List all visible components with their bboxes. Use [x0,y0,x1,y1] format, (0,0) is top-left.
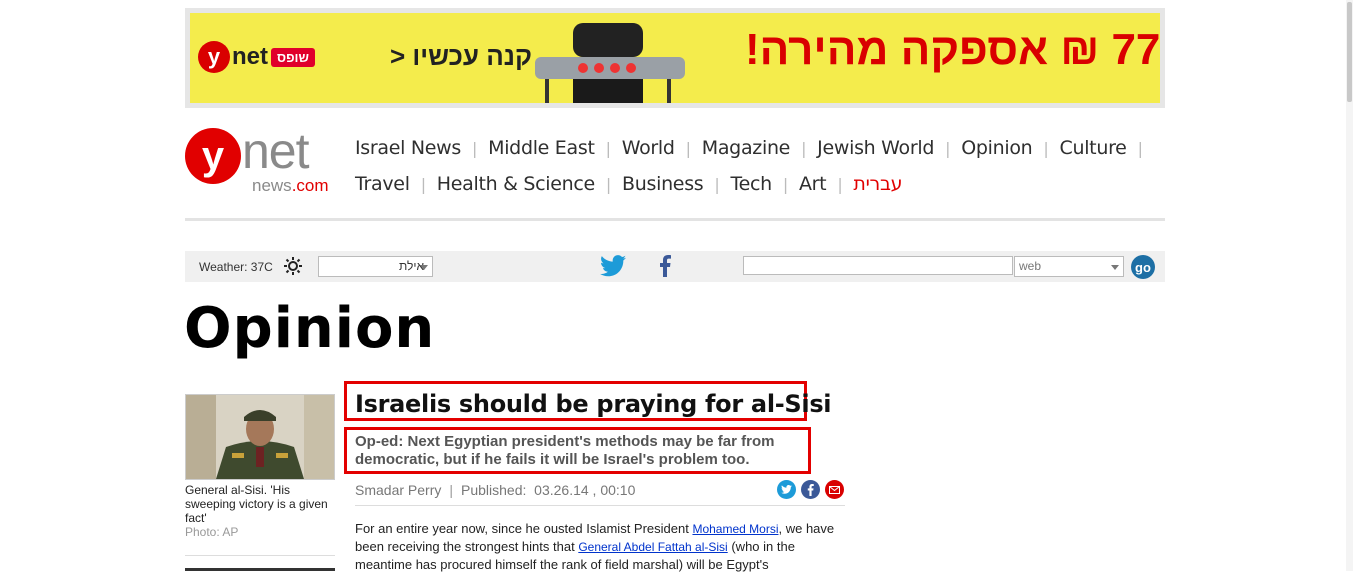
article-headline: Israelis should be praying for al-Sisi [355,390,832,418]
nav-separator: | [782,174,788,194]
facebook-icon[interactable] [657,255,673,277]
sisi-link[interactable]: General Abdel Fattah al-Sisi [578,540,727,554]
share-email-button[interactable] [825,480,844,499]
page-title: Opinion [184,296,436,361]
ad-buy-now-link[interactable]: קנה עכשיו < [390,41,532,72]
ad-price-text: ב- 777 ₪ אספקה מהירה! [745,25,1160,74]
nav-middle-east[interactable]: Middle East [488,137,595,159]
nav-separator: | [945,138,951,158]
utility-toolbar: Weather: 37C אילת web go [185,251,1165,282]
sun-icon [284,257,302,275]
body-text-1: For an entire year now, since he ousted … [355,521,693,536]
byline-divider [355,505,845,506]
morsi-link[interactable]: Mohamed Morsi [692,522,778,536]
headline-highlight-box: Israelis should be praying for al-Sisi [344,381,832,421]
article-subheadline: Op-ed: Next Egyptian president's methods… [355,433,775,468]
main-nav-row-1: Israel News | Middle East | World | Magazin… [355,137,1154,159]
subhead-highlight-box: Op-ed: Next Egyptian president's methods… [344,427,811,474]
logo-news: news [252,176,292,195]
nav-world[interactable]: World [622,137,675,159]
page-scrollbar[interactable] [1346,0,1353,571]
published-label: Published: [461,482,527,498]
header-divider [185,218,1165,221]
logo-dotcom: .com [291,176,329,195]
nav-separator: | [1043,138,1049,158]
nav-separator: | [472,138,478,158]
nav-separator: | [1137,138,1143,158]
nav-tech[interactable]: Tech [731,173,773,195]
weather-label: Weather: 37C [199,260,273,274]
search-input[interactable] [743,256,1013,275]
ad-logo-net: net [232,43,268,70]
nav-jewish-world[interactable]: Jewish World [817,137,934,159]
share-twitter-button[interactable] [777,480,796,499]
logo-newscom: news.com [252,176,329,196]
nav-separator: | [685,138,691,158]
search-go-button[interactable]: go [1131,255,1155,279]
author-name[interactable]: Smadar Perry [355,482,441,498]
logo-y: y [185,128,241,184]
scrollbar-thumb[interactable] [1347,2,1352,102]
search-scope-value: web [1019,259,1042,273]
mail-icon [829,485,840,494]
sidebar-divider [185,555,335,556]
twitter-icon[interactable] [600,255,626,277]
ad-logo-tag: שופס [271,47,315,67]
twitter-icon [781,485,792,494]
nav-separator: | [605,174,612,194]
nav-art[interactable]: Art [799,173,827,195]
nav-separator: | [801,138,807,158]
chevron-down-icon [420,265,428,270]
chevron-down-icon [1111,265,1119,270]
ad-banner-inner[interactable]: y net שופס קנה עכשיו < ב- 777 ₪ אספקה מה… [190,13,1160,103]
ad-banner[interactable]: y net שופס קנה עכשיו < ב- 777 ₪ אספקה מה… [185,8,1165,108]
byline-separator: | [449,482,453,498]
facebook-icon [807,483,814,496]
site-logo[interactable]: y net news.com [185,123,345,198]
published-date: 03.26.14 , 00:10 [534,482,636,498]
nav-travel[interactable]: Travel [355,173,410,195]
nav-separator: | [837,174,843,194]
nav-israel-news[interactable]: Israel News [355,137,461,159]
photo-credit: Photo: AP [185,525,239,539]
article-byline: Smadar Perry | Published: 03.26.14 , 00:10 [355,482,635,498]
share-facebook-button[interactable] [801,480,820,499]
nav-culture[interactable]: Culture [1060,137,1127,159]
city-select[interactable]: אילת [318,256,433,277]
article-body: For an entire year now, since he ousted … [355,520,835,573]
photo-caption: General al-Sisi. 'His sweeping victory i… [185,483,328,525]
nav-health-science[interactable]: Health & Science [437,173,595,195]
logo-net: net [242,123,310,179]
nav-separator: | [605,138,611,158]
article-photo[interactable] [185,394,335,480]
nav-separator: | [420,174,426,194]
ad-logo-y: y [198,41,230,73]
nav-opinion[interactable]: Opinion [961,137,1032,159]
general-photo-image [186,395,334,479]
nav-business[interactable]: Business [622,173,704,195]
search-scope-select[interactable]: web [1014,256,1124,277]
grill-image [535,23,685,103]
nav-hebrew[interactable]: עברית [853,173,902,195]
nav-separator: | [714,174,720,194]
nav-magazine[interactable]: Magazine [702,137,791,159]
main-nav-row-2: Travel | Health & Science | Business | Tech… [355,173,903,195]
ad-logo: y net שופס [198,41,315,73]
